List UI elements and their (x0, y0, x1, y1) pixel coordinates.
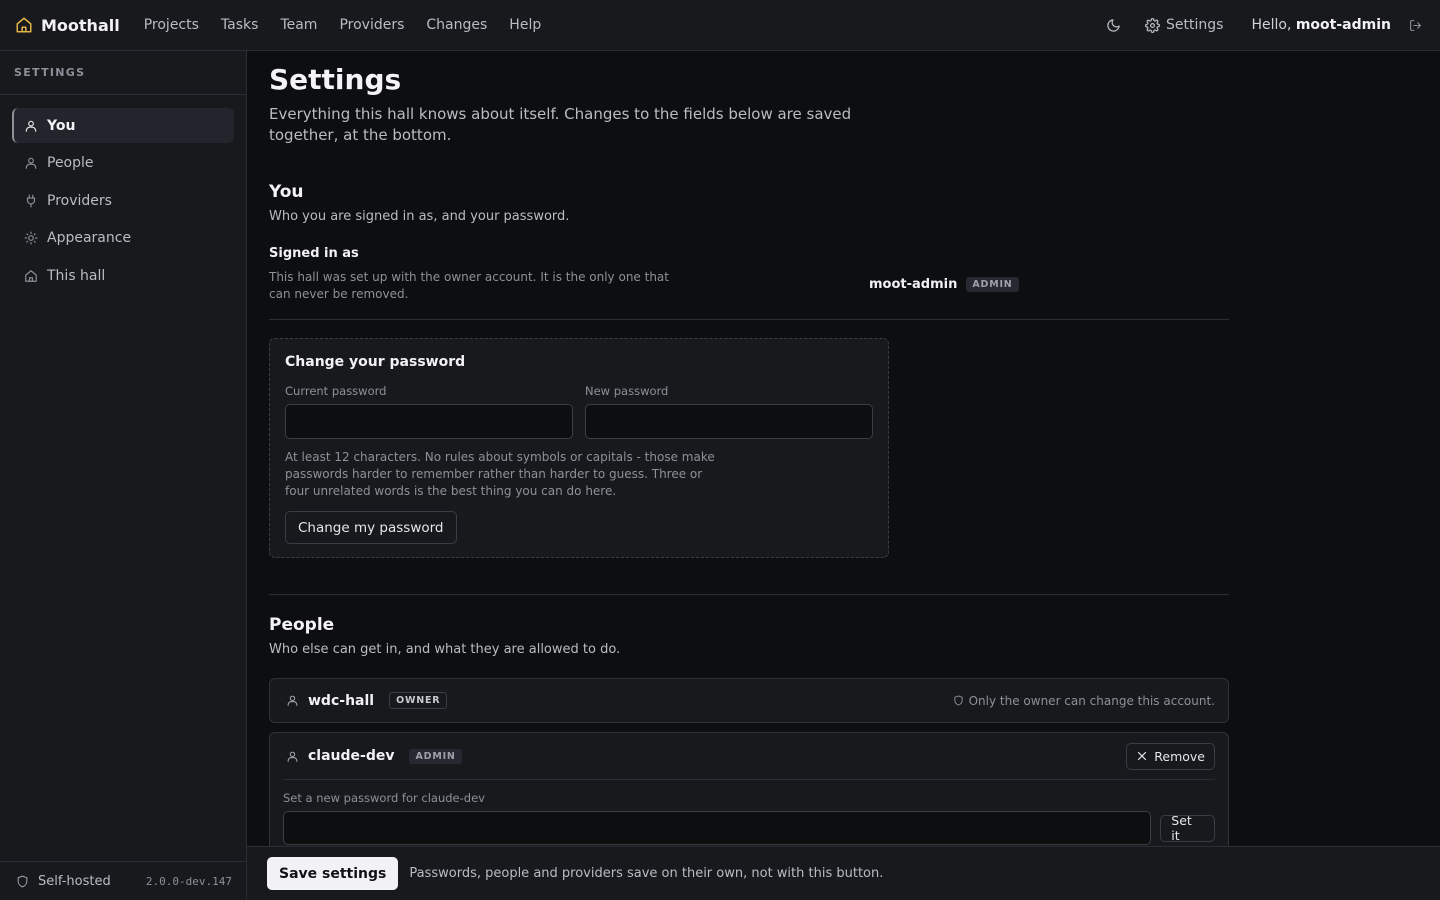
sidebar-item-appearance[interactable]: Appearance (12, 221, 234, 256)
shield-icon (16, 875, 29, 888)
new-password-group: New password (585, 384, 873, 439)
user-icon (286, 750, 299, 763)
sidebar-item-you[interactable]: You (12, 108, 234, 143)
page-title: Settings (269, 63, 402, 96)
settings-link[interactable]: Settings (1145, 17, 1223, 33)
save-settings-button[interactable]: Save settings (267, 857, 399, 890)
sidebar-item-label: Providers (47, 192, 112, 209)
brand[interactable]: Moothall (15, 16, 120, 35)
change-password-button[interactable]: Change my password (285, 511, 457, 544)
person-row: wdc-hall OWNER Only the owner can change… (270, 679, 1228, 722)
home-icon (24, 269, 38, 283)
sidebar-item-label: This hall (47, 267, 106, 284)
section-subtitle-you: Who you are signed in as, and your passw… (269, 209, 570, 224)
main-content: Settings Everything this hall knows abou… (269, 51, 1229, 862)
user-icon (286, 694, 299, 707)
top-bar: Moothall Projects Tasks Team Providers C… (0, 0, 1440, 51)
close-icon (1136, 750, 1148, 762)
remove-label: Remove (1154, 748, 1205, 764)
plug-icon (24, 194, 38, 208)
nav-help[interactable]: Help (498, 17, 552, 33)
sidebar: SETTINGS You People Providers Appearance… (0, 51, 247, 900)
self-hosted-label: Self-hosted (38, 873, 111, 889)
role-badge: ADMIN (409, 748, 462, 764)
person-password-input[interactable] (283, 811, 1152, 845)
section-subtitle-people: Who else can get in, and what they are a… (269, 642, 621, 657)
nav-team[interactable]: Team (269, 17, 328, 33)
sidebar-item-this-hall[interactable]: This hall (12, 258, 234, 293)
person-password-section: Set a new password for claude-dev Set it (283, 779, 1215, 845)
gear-icon (1145, 17, 1160, 33)
sidebar-item-providers[interactable]: Providers (12, 183, 234, 218)
signed-in-info: Signed in as This hall was set up with t… (269, 246, 869, 303)
sidebar-list: You People Providers Appearance This hal… (0, 95, 246, 293)
signed-in-label: Signed in as (269, 246, 359, 261)
owner-badge: OWNER (389, 692, 448, 709)
section-title-you: You (269, 182, 304, 202)
main-nav: Projects Tasks Team Providers Changes He… (133, 17, 553, 33)
nav-changes[interactable]: Changes (415, 17, 498, 33)
person-card-admin: claude-dev ADMIN Remove Set a new passwo… (269, 732, 1229, 862)
password-fields: Current password New password (285, 384, 873, 439)
user-icon (24, 119, 38, 133)
person-row: claude-dev ADMIN Remove (270, 733, 1228, 779)
nav-tasks[interactable]: Tasks (210, 17, 270, 33)
sidebar-item-label: Appearance (47, 230, 132, 246)
owner-lock-note: Only the owner can change this account. (953, 694, 1215, 708)
sun-icon (24, 231, 38, 245)
current-username: moot-admin (1295, 17, 1391, 33)
sidebar-item-label: People (47, 155, 94, 171)
new-password-input[interactable] (585, 404, 873, 439)
new-password-label: New password (585, 384, 669, 398)
role-badge: ADMIN (966, 276, 1019, 292)
change-password-title: Change your password (285, 354, 466, 370)
divider (269, 319, 1229, 320)
remove-person-button[interactable]: Remove (1126, 742, 1215, 770)
set-password-button[interactable]: Set it (1160, 813, 1215, 843)
page-subtitle: Everything this hall knows about itself.… (269, 105, 852, 144)
nav-projects[interactable]: Projects (133, 17, 210, 33)
greeting-text: Hello, (1251, 17, 1292, 33)
person-name: wdc-hall (308, 692, 375, 709)
person-card-owner: wdc-hall OWNER Only the owner can change… (269, 678, 1229, 723)
signed-in-help: This hall was set up with the owner acco… (269, 270, 669, 301)
logout-icon[interactable] (1409, 19, 1422, 32)
current-password-label: Current password (285, 384, 387, 398)
shield-icon (953, 695, 964, 706)
sidebar-item-people[interactable]: People (12, 146, 234, 181)
moon-icon[interactable] (1106, 18, 1121, 33)
save-note: Passwords, people and providers save on … (409, 866, 884, 881)
password-help: At least 12 characters. No rules about s… (285, 450, 715, 498)
settings-label: Settings (1166, 17, 1224, 33)
person-password-label: Set a new password for claude-dev (283, 791, 485, 805)
user-icon (24, 156, 38, 170)
signed-in-user: moot-admin ADMIN (869, 265, 1019, 303)
divider (269, 594, 1229, 595)
person-name: claude-dev (308, 748, 395, 764)
greeting: Hello, moot-admin (1251, 17, 1391, 33)
you-section: You Who you are signed in as, and your p… (269, 182, 1229, 595)
sidebar-item-label: You (47, 117, 76, 134)
sidebar-footer: Self-hosted 2.0.0-dev.147 (0, 861, 246, 900)
sidebar-heading: SETTINGS (0, 51, 246, 95)
save-bar: Save settings Passwords, people and prov… (247, 846, 1440, 900)
people-section: People Who else can get in, and what the… (269, 615, 1229, 862)
change-password-card: Change your password Current password Ne… (269, 338, 889, 558)
home-logo-icon (15, 16, 33, 34)
signed-in-row: Signed in as This hall was set up with t… (269, 246, 1229, 303)
section-title-people: People (269, 615, 335, 635)
version-label: 2.0.0-dev.147 (145, 874, 232, 888)
owner-note-text: Only the owner can change this account. (968, 693, 1215, 708)
app-name: Moothall (41, 15, 120, 35)
person-password-row: Set it (283, 811, 1215, 845)
signed-in-name: moot-admin (869, 276, 958, 292)
current-password-input[interactable] (285, 404, 573, 439)
nav-providers[interactable]: Providers (328, 17, 415, 33)
top-right: Settings Hello, moot-admin (1106, 17, 1422, 33)
current-password-group: Current password (285, 384, 573, 439)
